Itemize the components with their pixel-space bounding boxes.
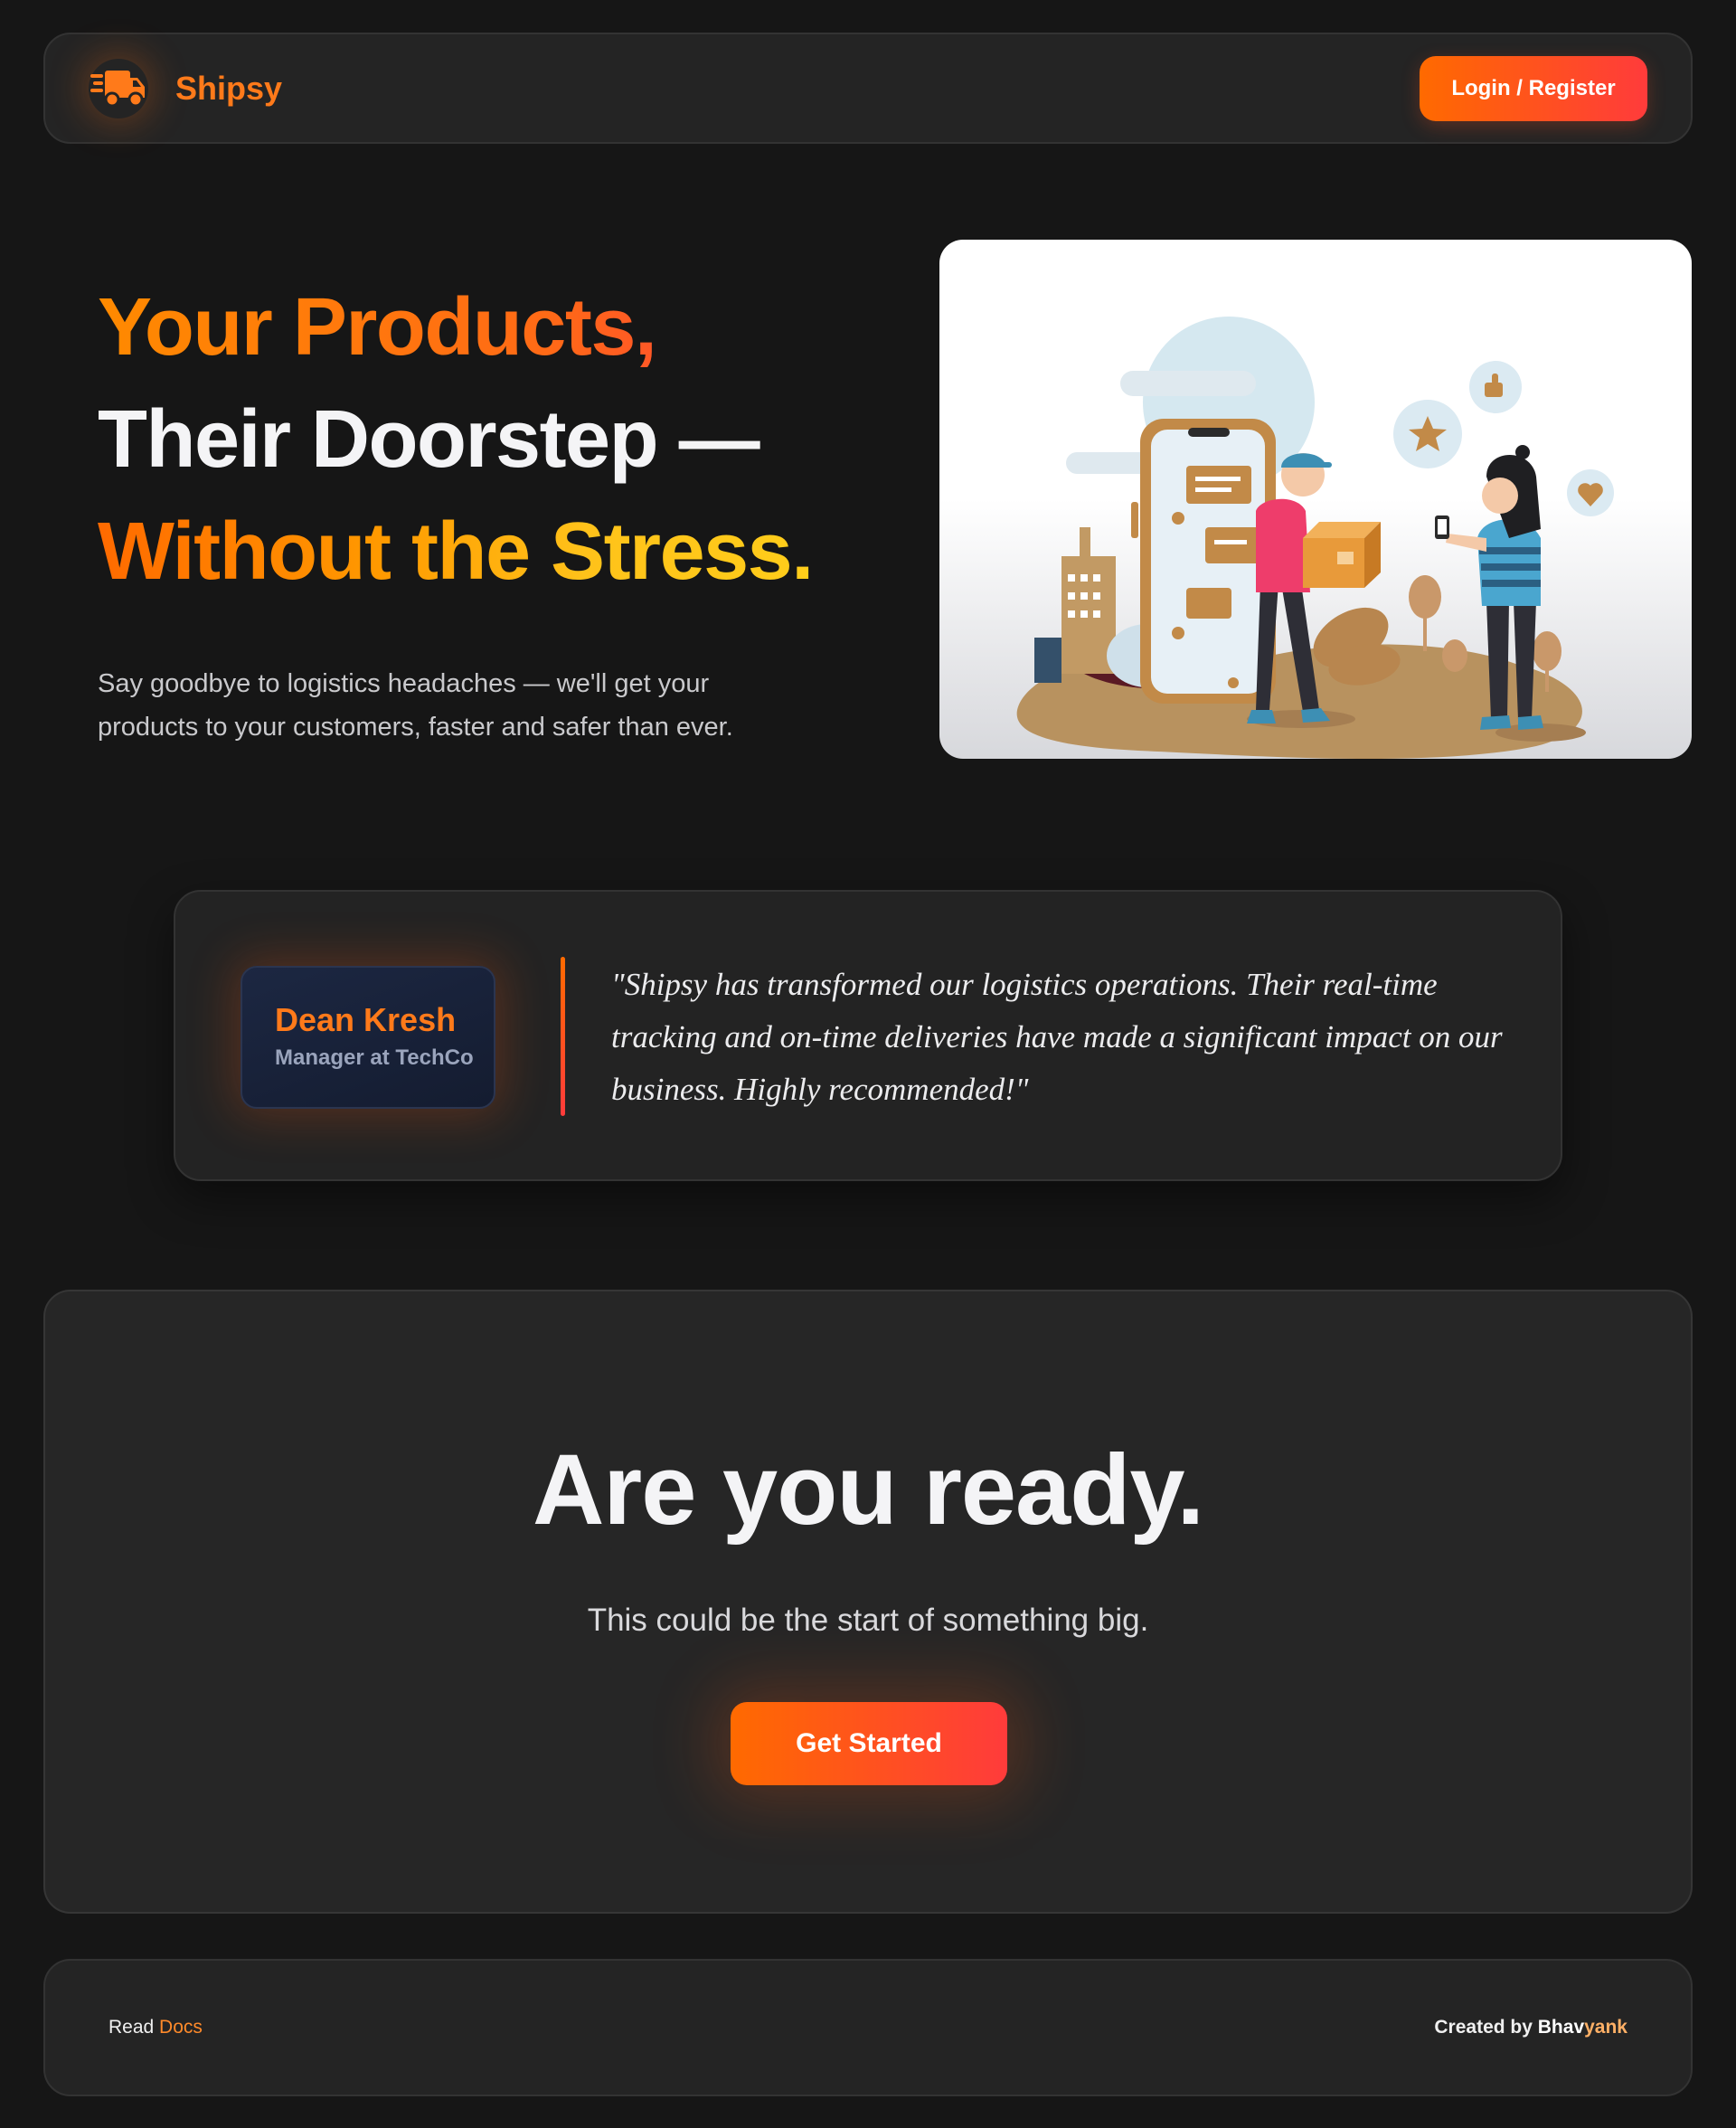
- created-by-label: Created by: [1434, 2017, 1538, 2038]
- creator-name-part2: yank: [1584, 2017, 1628, 2038]
- footer-credit: Created by Bhavyank: [1434, 2017, 1628, 2038]
- login-register-button[interactable]: Login / Register: [1420, 55, 1647, 121]
- cta-title: Are you ready.: [532, 1434, 1204, 1546]
- creator-link[interactable]: Bhavyank: [1538, 2017, 1628, 2038]
- delivery-illustration: [939, 240, 1692, 759]
- brand-name: Shipsy: [175, 69, 283, 107]
- hero-line-2: Their Doorstep —: [98, 394, 760, 485]
- hero-headline: Your Products, Their Doorstep — Without …: [98, 271, 911, 608]
- hero-subtitle: Say goodbye to logistics headaches — we'…: [98, 669, 733, 742]
- creator-name-part1: Bhav: [1537, 2017, 1585, 2038]
- brand[interactable]: Shipsy: [89, 59, 282, 118]
- testimonial-card: Dean Kresh Manager at TechCo "Shipsy has…: [174, 890, 1562, 1181]
- quote-divider: [561, 957, 565, 1116]
- hero-line-1: Your Products,: [98, 271, 911, 383]
- author-name: Dean Kresh: [275, 1001, 457, 1038]
- cta-subtitle: This could be the start of something big…: [587, 1603, 1149, 1638]
- docs-link[interactable]: Docs: [159, 2017, 203, 2038]
- hero-line-3: Without the Stress.: [98, 496, 911, 608]
- author-card: Dean Kresh Manager at TechCo: [241, 966, 495, 1109]
- cta-section: Are you ready. This could be the start o…: [43, 1290, 1693, 1914]
- footer: Read Docs Created by Bhavyank: [43, 1959, 1693, 2096]
- testimonial-quote: "Shipsy has transformed our logistics op…: [611, 967, 1503, 1107]
- footer-docs: Read Docs: [108, 2017, 203, 2038]
- get-started-button[interactable]: Get Started: [731, 1702, 1007, 1785]
- navbar: Shipsy Login / Register: [43, 33, 1693, 144]
- page: Shipsy Login / Register Your Products, T…: [0, 0, 1736, 2128]
- footer-read-label: Read: [108, 2017, 160, 2038]
- truck-icon: [89, 59, 148, 118]
- author-role: Manager at TechCo: [275, 1045, 474, 1070]
- hero-text: Your Products, Their Doorstep — Without …: [98, 271, 911, 749]
